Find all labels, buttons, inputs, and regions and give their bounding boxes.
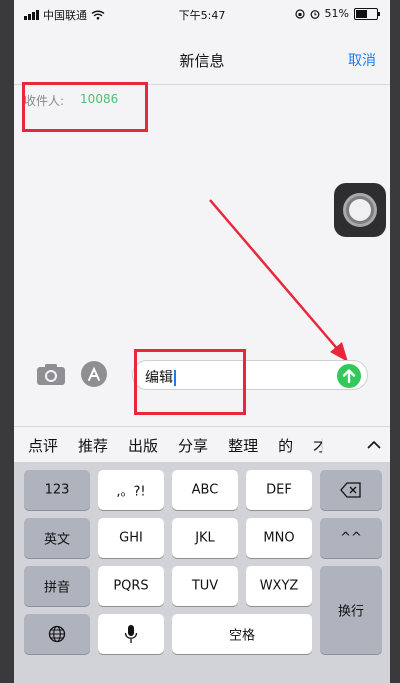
chevron-up-icon[interactable] bbox=[364, 435, 384, 455]
status-bar: 中国联通 下午5:47 51% bbox=[14, 0, 390, 28]
candidate-item[interactable]: 分享 bbox=[178, 435, 208, 456]
key-ghi[interactable]: GHI bbox=[98, 518, 164, 558]
cancel-button[interactable]: 取消 bbox=[348, 50, 376, 70]
alarm-icon bbox=[310, 9, 319, 19]
keyboard: 123 ,。?! ABC DEF 英文 GHI JKL MNO ^^ 拼音 PQ… bbox=[14, 462, 390, 683]
space-key[interactable]: 空格 bbox=[172, 614, 312, 654]
app-store-icon[interactable] bbox=[80, 360, 108, 388]
assistive-touch-dot bbox=[349, 199, 371, 221]
status-right: 51% bbox=[294, 7, 380, 20]
candidate-item[interactable]: 点评 bbox=[28, 435, 58, 456]
return-key[interactable]: 换行 bbox=[320, 566, 382, 654]
microphone-key[interactable] bbox=[98, 614, 164, 654]
message-highlight-box bbox=[134, 349, 246, 415]
key-numbers[interactable]: 123 bbox=[24, 470, 90, 510]
orientation-lock-icon bbox=[294, 8, 305, 19]
key-abc[interactable]: ABC bbox=[172, 470, 238, 510]
candidate-item[interactable]: 才 bbox=[313, 435, 322, 456]
arrow-up-icon bbox=[342, 369, 356, 384]
camera-icon[interactable] bbox=[36, 362, 66, 386]
key-def[interactable]: DEF bbox=[246, 470, 312, 510]
candidate-item[interactable]: 出版 bbox=[128, 435, 158, 456]
candidate-item[interactable]: 推荐 bbox=[78, 435, 108, 456]
key-pqrs[interactable]: PQRS bbox=[98, 566, 164, 606]
key-punctuation[interactable]: ,。?! bbox=[98, 470, 164, 510]
backspace-icon bbox=[340, 482, 361, 498]
microphone-icon bbox=[124, 625, 138, 643]
key-tuv[interactable]: TUV bbox=[172, 566, 238, 606]
key-emoticon[interactable]: ^^ bbox=[320, 518, 382, 558]
candidate-bar: 点评 推荐 出版 分享 整理 的 才 bbox=[14, 426, 390, 463]
delete-key[interactable] bbox=[320, 470, 382, 510]
globe-icon bbox=[48, 625, 66, 643]
key-jkl[interactable]: JKL bbox=[172, 518, 238, 558]
candidate-item[interactable]: 整理 bbox=[228, 435, 258, 456]
key-pinyin[interactable]: 拼音 bbox=[24, 566, 90, 606]
battery-percent: 51% bbox=[324, 7, 349, 20]
key-english[interactable]: 英文 bbox=[24, 518, 90, 558]
phone-screen: 中国联通 下午5:47 51% 新信息 取消 收件人: 10086 编辑 点评 … bbox=[14, 0, 390, 683]
globe-key[interactable] bbox=[24, 614, 90, 654]
key-wxyz[interactable]: WXYZ bbox=[246, 566, 312, 606]
page-title: 新信息 bbox=[179, 52, 225, 70]
nav-bar: 新信息 取消 bbox=[14, 28, 390, 85]
key-mno[interactable]: MNO bbox=[246, 518, 312, 558]
assistive-touch-button[interactable] bbox=[334, 183, 386, 237]
battery-icon bbox=[354, 7, 380, 20]
candidate-item[interactable]: 的 bbox=[278, 435, 293, 456]
recipient-highlight-box bbox=[22, 82, 148, 132]
send-button[interactable] bbox=[337, 364, 361, 388]
